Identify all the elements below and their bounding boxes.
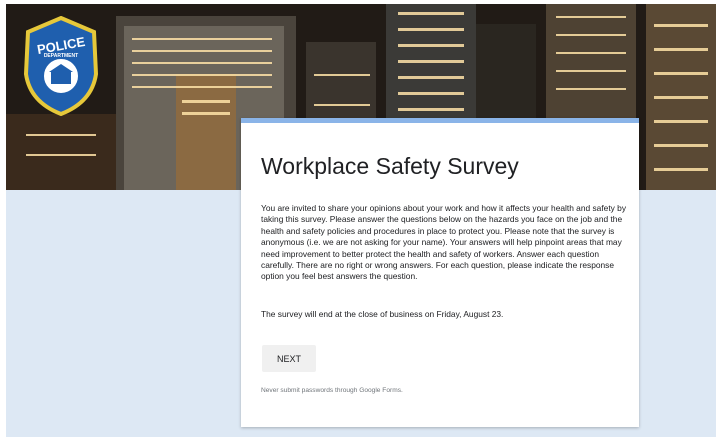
police-badge-icon: POLICE DEPARTMENT	[22, 16, 100, 116]
form-description: You are invited to share your opinions a…	[261, 203, 627, 282]
form-page: POLICE DEPARTMENT Workplace Safety Surve…	[6, 4, 716, 437]
password-warning: Never submit passwords through Google Fo…	[261, 387, 403, 394]
survey-end-note: The survey will end at the close of busi…	[261, 309, 504, 319]
form-card: Workplace Safety Survey You are invited …	[241, 118, 639, 427]
form-title: Workplace Safety Survey	[261, 153, 519, 179]
next-button[interactable]: NEXT	[262, 345, 316, 372]
badge-band-text: DEPARTMENT	[43, 53, 79, 59]
